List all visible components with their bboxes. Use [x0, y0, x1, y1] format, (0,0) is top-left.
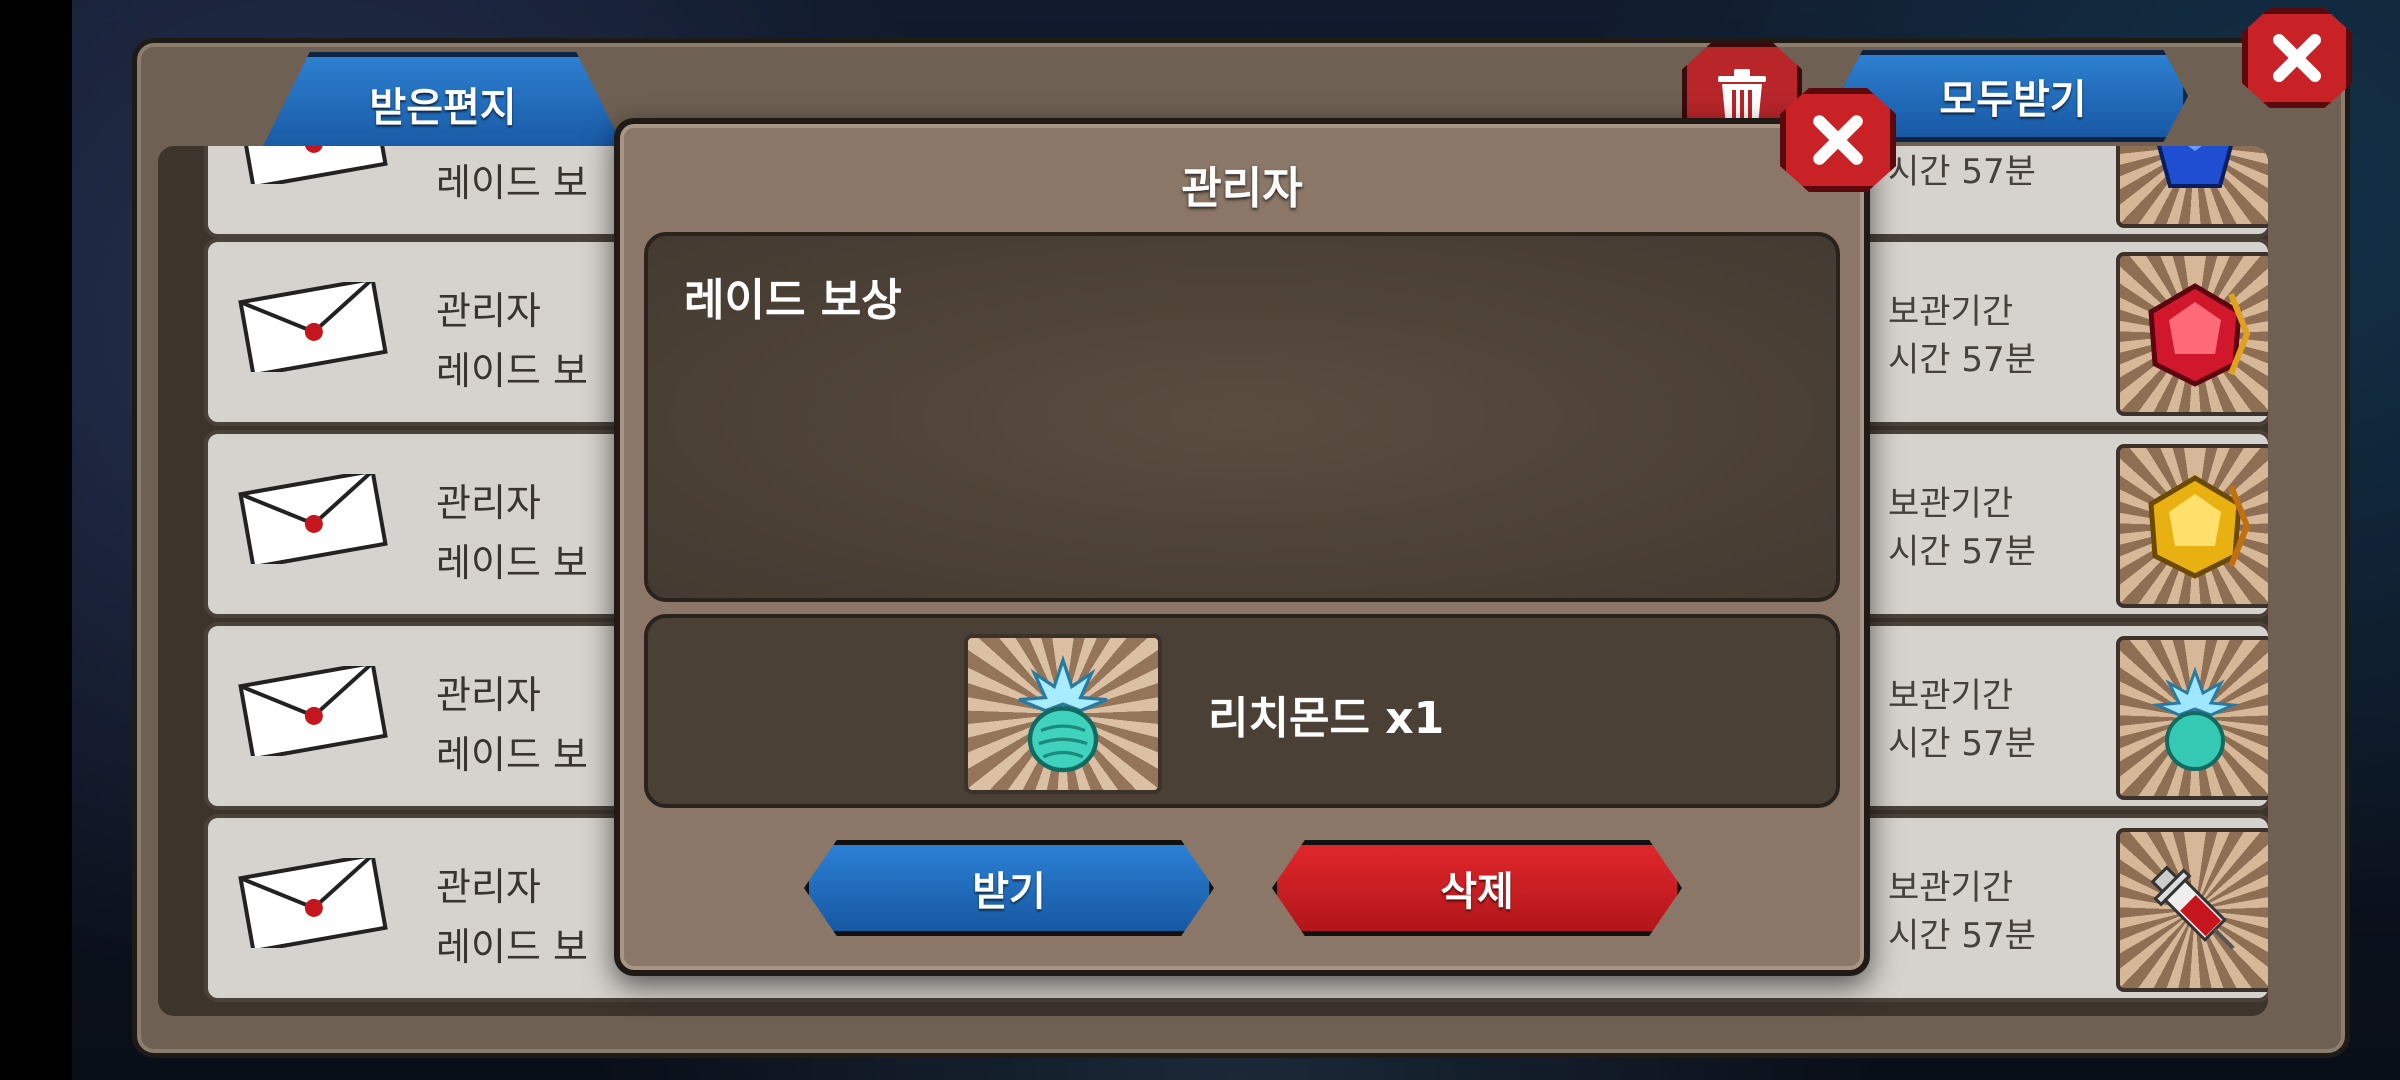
close-icon: [2273, 34, 2321, 82]
envelope-icon: [238, 858, 388, 948]
receive-button[interactable]: 받기: [804, 840, 1214, 936]
close-icon: [1813, 115, 1863, 165]
mail-sender: 관리자: [436, 865, 541, 909]
mail-item-slot: [2116, 146, 2268, 228]
envelope-icon: [238, 474, 388, 564]
mail-title: 레이드 보: [436, 161, 588, 205]
mail-remaining-time: 시간 57분: [1888, 532, 2036, 572]
mail-remaining-time: 시간 57분: [1888, 724, 2036, 764]
mail-sender: 관리자: [436, 289, 541, 333]
envelope-icon: [238, 146, 388, 184]
tab-inbox[interactable]: 받은편지: [258, 52, 628, 156]
gold-gem-icon: [2148, 475, 2251, 579]
mail-storage-period: 보관기간: [1888, 292, 2014, 332]
mail-item-slot: [2116, 444, 2268, 608]
mail-sender: 관리자: [436, 481, 541, 525]
mail-storage-period: 보관기간: [1888, 868, 2014, 908]
envelope-icon: [238, 282, 388, 372]
mail-title: 레이드 보: [436, 733, 588, 777]
mail-title: 레이드 보: [436, 541, 588, 585]
mail-storage-period: 보관기간: [1888, 484, 2014, 524]
mail-remaining-time: 시간 57분: [1888, 916, 2036, 956]
mail-item-slot: [2116, 636, 2268, 800]
mail-detail-dialog: 관리자 레이드 보상 리치몬드 x1 받기 삭제: [614, 88, 1896, 976]
mail-title: 레이드 보: [436, 925, 588, 969]
syringe-icon: [2150, 865, 2235, 950]
red-gem-icon: [2148, 283, 2251, 387]
mail-sender: 관리자: [436, 673, 541, 717]
close-mailbox-button[interactable]: [2242, 8, 2352, 108]
reward-box: 리치몬드 x1: [644, 614, 1840, 808]
reward-item-slot: [964, 634, 1162, 794]
dialog-title: 관리자: [1181, 163, 1303, 214]
mail-remaining-time: 시간 57분: [1888, 340, 2036, 380]
message-text: 레이드 보상: [684, 275, 902, 326]
mail-storage-period: 보관기간: [1888, 676, 2014, 716]
mail-title: 레이드 보: [436, 349, 588, 393]
richmond-icon: [2151, 666, 2239, 771]
envelope-icon: [238, 666, 388, 756]
delete-button[interactable]: 삭제: [1272, 840, 1682, 936]
richmond-icon: [1018, 654, 1108, 773]
mail-item-slot: [2116, 252, 2268, 416]
mail-remaining-time: 시간 57분: [1888, 152, 2036, 192]
reward-label: 리치몬드 x1: [1208, 693, 1445, 744]
message-box: 레이드 보상: [644, 232, 1840, 602]
mail-item-slot: [2116, 828, 2268, 992]
close-dialog-button[interactable]: [1780, 88, 1896, 192]
blue-gem-icon: [2157, 146, 2233, 188]
